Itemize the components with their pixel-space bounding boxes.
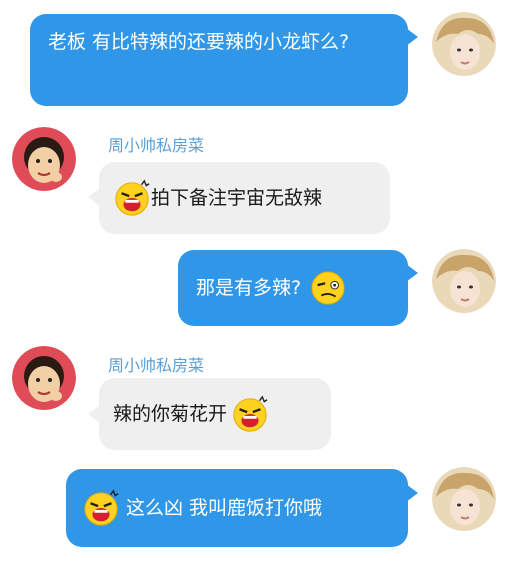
bubble-tail	[406, 484, 418, 502]
message-text: 那是有多辣?	[196, 277, 302, 299]
bubble-tail	[406, 264, 418, 282]
message-text: 拍下备注宇宙无敌辣	[151, 187, 323, 209]
message-text: 这么凶 我叫鹿饭打你哦	[126, 497, 323, 519]
user-avatar[interactable]	[432, 467, 496, 531]
message-text: 老板 有比特辣的还要辣的小龙虾么?	[48, 31, 350, 53]
contact-avatar[interactable]	[12, 346, 76, 410]
message-bubble-outgoing[interactable]: 这么凶 我叫鹿饭打你哦	[66, 469, 408, 547]
contact-avatar[interactable]	[12, 127, 76, 191]
shouting-face-icon	[82, 489, 120, 527]
message-bubble-outgoing[interactable]: 老板 有比特辣的还要辣的小龙虾么?	[30, 14, 408, 106]
message-text: 辣的你菊花开	[113, 403, 228, 425]
bubble-tail	[406, 28, 418, 46]
sender-name: 周小帅私房菜	[108, 136, 205, 155]
message-bubble-incoming[interactable]: 拍下备注宇宙无敌辣	[99, 162, 390, 234]
message-bubble-outgoing[interactable]: 那是有多辣?	[178, 250, 408, 326]
shouting-face-icon	[113, 179, 151, 217]
sender-name: 周小帅私房菜	[108, 356, 205, 375]
shouting-face-icon	[231, 395, 269, 433]
user-avatar[interactable]	[432, 249, 496, 313]
squinting-face-icon	[309, 269, 347, 307]
message-bubble-incoming[interactable]: 辣的你菊花开	[99, 378, 331, 450]
user-avatar[interactable]	[432, 12, 496, 76]
